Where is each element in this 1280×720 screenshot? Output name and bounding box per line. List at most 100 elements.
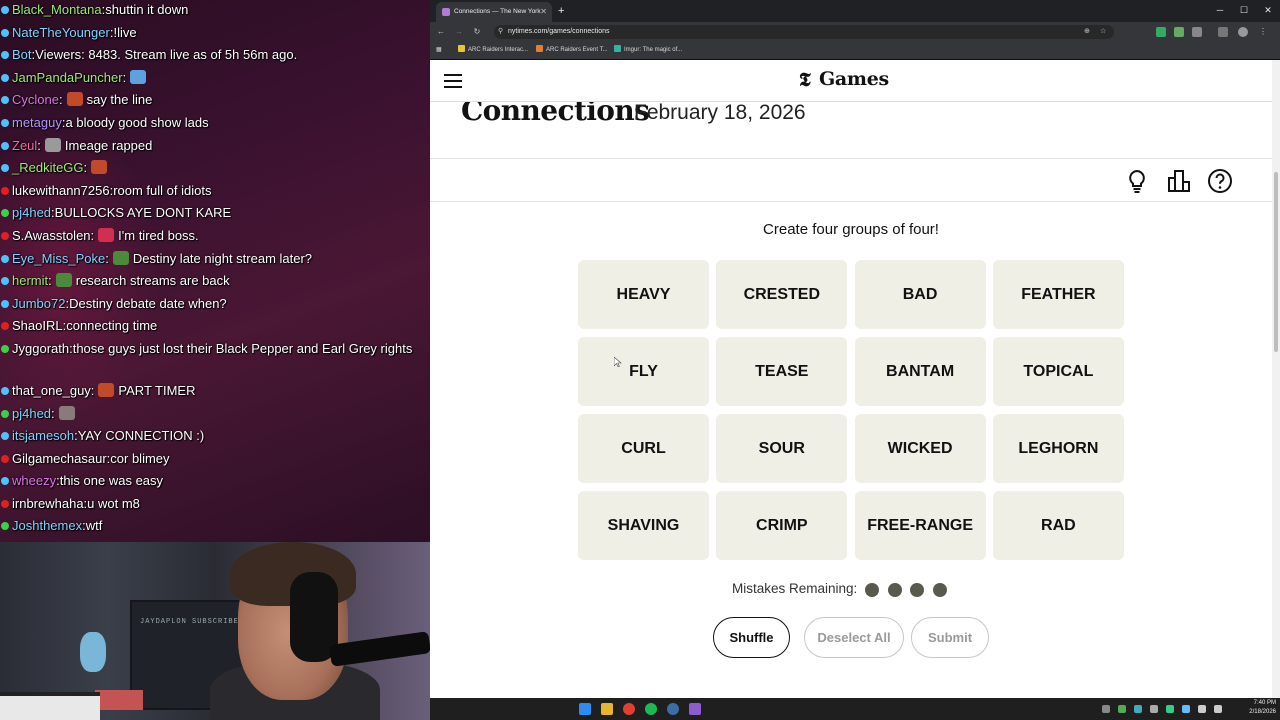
volume-icon[interactable] [1214, 705, 1222, 713]
menu-kebab-icon[interactable]: ⋮ [1258, 27, 1268, 37]
word-card[interactable]: WICKED [854, 414, 986, 483]
close-window-icon[interactable]: ✕ [1256, 0, 1280, 20]
word-card[interactable]: CURL [578, 414, 709, 483]
back-icon[interactable]: ← [434, 22, 448, 42]
minimize-icon[interactable]: ─ [1208, 0, 1232, 20]
chat-username[interactable]: pj4hed [12, 205, 51, 220]
chat-badge-icon [1, 6, 9, 14]
sidebar-icon[interactable] [1218, 27, 1228, 37]
tray-icon[interactable] [1150, 705, 1158, 713]
word-card[interactable]: TEASE [716, 337, 848, 406]
nyt-games-logo[interactable]: 𝕿 Games [799, 68, 901, 94]
chat-username[interactable]: Bot [12, 47, 32, 62]
chat-username[interactable]: S.Awasstolen [12, 228, 91, 243]
chat-username[interactable]: Black_Montana [12, 2, 102, 17]
reload-icon[interactable]: ↻ [470, 22, 484, 42]
scrollbar-thumb[interactable] [1274, 172, 1278, 352]
word-card[interactable]: FEATHER [992, 260, 1124, 329]
bookmark-item[interactable]: Imgur: The magic of... [614, 42, 682, 58]
network-icon[interactable] [1198, 705, 1206, 713]
shuffle-button[interactable]: Shuffle [713, 617, 790, 658]
chat-username[interactable]: Jumbo72 [12, 296, 65, 311]
submit-button[interactable]: Submit [911, 617, 989, 658]
chat-username[interactable]: irnbrewhaha [12, 496, 84, 511]
bookmark-favicon-icon [536, 45, 543, 52]
chat-username[interactable]: lukewithann7256 [12, 183, 110, 198]
tray-icon[interactable] [1134, 705, 1142, 713]
extension-icon[interactable] [1174, 27, 1184, 37]
obs-icon[interactable] [689, 703, 701, 715]
word-card[interactable]: CRESTED [716, 260, 848, 329]
extensions-puzzle-icon[interactable] [1192, 27, 1202, 37]
chat-username[interactable]: NateTheYounger [12, 25, 110, 40]
apps-grid-icon[interactable]: ▦ [436, 42, 442, 58]
url-input[interactable]: ⚲ nytimes.com/games/connections ⊕ ☆ [494, 25, 1114, 39]
chat-username[interactable]: _RedkiteGG [12, 160, 84, 175]
chat-username[interactable]: hermit [12, 273, 48, 288]
word-card[interactable]: BAD [854, 260, 986, 329]
profile-avatar-icon[interactable] [1238, 27, 1248, 37]
zoom-icon[interactable]: ⊕ [1084, 25, 1090, 39]
file-explorer-icon[interactable] [601, 703, 613, 715]
chat-separator: : [90, 227, 95, 243]
address-bar-row: ← → ↻ ⚲ nytimes.com/games/connections ⊕ … [430, 22, 1280, 42]
chat-badge-icon [1, 522, 9, 531]
new-tab-icon[interactable]: + [558, 2, 564, 20]
extension-icon[interactable] [1156, 27, 1166, 37]
forward-icon[interactable]: → [452, 22, 466, 42]
chat-username[interactable]: metaguy [12, 115, 62, 130]
bookmark-item[interactable]: ARC Raiders Interac... [458, 42, 528, 58]
steam-icon[interactable] [667, 703, 679, 715]
taskbar-date[interactable]: 2/18/2026 [1240, 709, 1276, 715]
tray-icon[interactable] [1118, 705, 1126, 713]
leaderboard-stats-icon[interactable] [1166, 168, 1192, 194]
chat-username[interactable]: Gilgamechasaur [12, 451, 107, 466]
word-card[interactable]: LEGHORN [992, 414, 1124, 483]
chat-username[interactable]: itsjamesoh [12, 428, 74, 443]
chat-username[interactable]: Eye_Miss_Poke [12, 251, 105, 266]
hamburger-menu-icon[interactable] [444, 74, 462, 88]
bookmark-item[interactable]: ARC Raiders Event T... [536, 42, 608, 58]
chat-username[interactable]: that_one_guy [12, 383, 91, 398]
close-tab-icon[interactable]: ✕ [540, 2, 547, 22]
webcam-keyboard [0, 692, 100, 720]
chat-username[interactable]: Jyggorath [12, 341, 69, 356]
tab-connections[interactable]: Connections — The New York ✕ [436, 2, 552, 22]
word-card[interactable]: BANTAM [854, 337, 986, 406]
chat-badge-icon [1, 277, 9, 286]
chat-username[interactable]: JamPandaPuncher [12, 70, 123, 85]
chat-username[interactable]: pj4hed [12, 406, 51, 421]
chat-badge-icon [1, 322, 9, 331]
windows-start-icon[interactable] [579, 703, 591, 715]
word-card[interactable]: TOPICAL [992, 337, 1124, 406]
tray-icon[interactable] [1166, 705, 1174, 713]
chat-username[interactable]: Joshthemex [12, 518, 82, 533]
chat-username[interactable]: ShaoIRL [12, 318, 63, 333]
chat-username[interactable]: Cyclone [12, 92, 59, 107]
help-question-icon[interactable] [1207, 168, 1233, 194]
chat-badge-icon [1, 477, 9, 486]
nyt-t-logo-icon: 𝕿 [799, 69, 811, 91]
tray-icon[interactable] [1102, 705, 1110, 713]
page-scrollbar[interactable] [1272, 60, 1280, 698]
mistakes-label: Mistakes Remaining: [732, 581, 858, 596]
chat-username[interactable]: Zeul [12, 138, 37, 153]
site-info-icon[interactable]: ⚲ [498, 25, 503, 39]
chat-badge-icon [1, 499, 9, 508]
word-card[interactable]: RAD [992, 491, 1124, 560]
chat-username[interactable]: wheezy [12, 473, 56, 488]
spotify-icon[interactable] [645, 703, 657, 715]
lightbulb-hint-icon[interactable] [1124, 168, 1150, 194]
bookmark-star-icon[interactable]: ☆ [1100, 25, 1106, 39]
word-card[interactable]: SHAVING [578, 491, 709, 560]
word-card[interactable]: HEAVY [578, 260, 709, 329]
word-card[interactable]: FLY [578, 337, 709, 406]
chrome-icon[interactable] [623, 703, 635, 715]
maximize-icon[interactable]: ☐ [1232, 0, 1256, 20]
tray-icon[interactable] [1182, 705, 1190, 713]
taskbar-time[interactable]: 7:40 PM [1240, 700, 1276, 706]
word-card[interactable]: CRIMP [716, 491, 848, 560]
word-card[interactable]: SOUR [716, 414, 848, 483]
word-card[interactable]: FREE-RANGE [854, 491, 986, 560]
deselect-all-button[interactable]: Deselect All [804, 617, 904, 658]
